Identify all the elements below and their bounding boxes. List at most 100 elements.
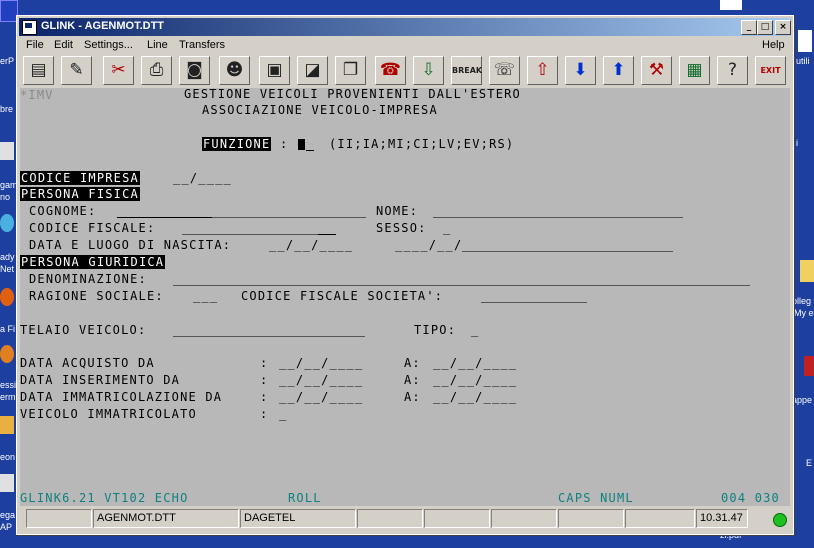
terminal-screen[interactable]: *IMV GESTIONE VEICOLI PROVENIENTI DALL'E… [20, 87, 790, 506]
immatricolazione-a-field[interactable]: __/__/____ [433, 390, 517, 404]
funzione-label: FUNZIONE [202, 137, 272, 151]
app-icon[interactable] [0, 345, 14, 363]
telaio-field[interactable] [173, 336, 365, 337]
desktop-label: i [796, 138, 798, 148]
acquisto-da-field[interactable]: __/__/____ [279, 356, 363, 370]
codice-fiscale-field-end[interactable] [318, 234, 336, 235]
cf-societa-field[interactable] [481, 302, 587, 303]
cognome-field-ext[interactable] [212, 217, 366, 218]
disconnect-button[interactable]: ⇧ [527, 56, 558, 85]
inserimento-da-field[interactable]: __/__/____ [279, 373, 363, 387]
menu-edit[interactable]: Edit [54, 39, 73, 51]
minimize-button[interactable]: _ [741, 20, 757, 35]
nascita-data-field[interactable]: __/__/____ [269, 238, 353, 252]
folder-icon[interactable] [800, 260, 814, 282]
title-bar[interactable]: GLINK - AGENMOT.DTT _ □ × [19, 18, 791, 36]
acquisto-label: DATA ACQUISTO DA [20, 356, 155, 370]
copy-icon: ❐ [342, 60, 359, 80]
maximize-button[interactable]: □ [757, 20, 773, 35]
break-button[interactable]: BREAK [451, 56, 482, 85]
telaio-label: TELAIO VEICOLO: [20, 323, 147, 337]
menu-file[interactable]: File [26, 39, 44, 51]
keyboard-button[interactable]: ▦ [679, 56, 710, 85]
acquisto-a-label: A: [404, 356, 421, 370]
codice-impresa-field[interactable]: __/____ [173, 171, 232, 185]
globe-icon[interactable] [0, 214, 14, 232]
funzione-field[interactable] [306, 150, 314, 151]
exit-icon: EXIT [760, 66, 781, 75]
scroll-up-button[interactable]: ⬆ [603, 56, 634, 85]
ragione-sociale-field[interactable]: ___ [193, 289, 218, 303]
close-button[interactable]: × [775, 20, 791, 35]
phone-book-button[interactable]: ☎ [375, 56, 406, 85]
menu-line[interactable]: Line [147, 39, 168, 51]
nascita-luogo-field[interactable]: ____/__/ [395, 238, 462, 252]
document-icon[interactable] [0, 142, 14, 160]
firefox-icon[interactable] [0, 288, 14, 306]
exit-button[interactable]: EXIT [755, 56, 786, 85]
caps-status: CAPS NUML [558, 491, 634, 505]
print-button[interactable]: ⎙ [141, 56, 172, 85]
spy-button[interactable]: ☻ [219, 56, 250, 85]
document-icon[interactable] [798, 30, 812, 52]
codice-fiscale-field[interactable] [182, 234, 318, 235]
inserimento-a-field[interactable]: __/__/____ [433, 373, 517, 387]
help-icon: ? [727, 60, 738, 80]
glink-window: GLINK - AGENMOT.DTT _ □ × File Edit Sett… [16, 15, 794, 535]
help-button[interactable]: ? [717, 56, 748, 85]
toolbar: ▤ ✎ ✂ ⎙ ◙ ☻ ▣ ◪ ❐ ☎ ⇩ BREAK ☏ ⇧ ⬇ ⬆ ⚒ ▦ … [19, 55, 791, 87]
desktop-label: ega [0, 510, 16, 520]
folder-icon[interactable] [0, 416, 14, 434]
phone-button[interactable]: ☏ [489, 56, 520, 85]
keyboard-icon: ▦ [686, 60, 703, 80]
document-icon[interactable] [0, 474, 14, 492]
screen-header: GESTIONE VEICOLI PROVENIENTI DALL'ESTERO [184, 87, 521, 101]
disconnect-icon: ⇧ [535, 60, 550, 80]
acquisto-a-field[interactable]: __/__/____ [433, 356, 517, 370]
window-button[interactable]: ◪ [297, 56, 328, 85]
monitor-button[interactable]: ▣ [259, 56, 290, 85]
nome-field[interactable] [433, 217, 683, 218]
scroll-down-button[interactable]: ⬇ [565, 56, 596, 85]
persona-fisica-label: PERSONA FISICA [20, 187, 140, 201]
connection-indicator-icon [773, 513, 787, 527]
camera-icon: ◙ [186, 60, 203, 80]
menu-help[interactable]: Help [762, 39, 785, 51]
inserimento-label: DATA INSERIMENTO DA [20, 373, 181, 387]
menu-settings[interactable]: Settings... [84, 39, 133, 51]
camera-button[interactable]: ◙ [179, 56, 210, 85]
desktop-label: erm [0, 392, 16, 402]
nascita-luogo-ext[interactable] [462, 251, 673, 252]
spy-icon: ☻ [225, 60, 244, 80]
denominazione-field[interactable] [173, 285, 750, 286]
tipo-field[interactable]: _ [471, 323, 479, 337]
tools-button[interactable]: ✂ [103, 56, 134, 85]
settings-button[interactable]: ⚒ [641, 56, 672, 85]
app-icon[interactable] [22, 20, 37, 35]
status-host: DAGETEL [240, 509, 356, 528]
desktop-label: utili [796, 56, 810, 66]
sesso-field[interactable]: _ [443, 221, 451, 235]
monitor-icon: ▣ [266, 60, 283, 80]
copy-button[interactable]: ❐ [335, 56, 366, 85]
pdf-icon[interactable] [804, 356, 814, 376]
immatricolato-colon: : [260, 407, 269, 421]
desktop-label: no [0, 192, 11, 202]
tools-icon: ✂ [111, 60, 126, 80]
desktop-label: olleg [792, 296, 812, 306]
edit-button[interactable]: ✎ [61, 56, 92, 85]
immatricolazione-da-field[interactable]: __/__/____ [279, 390, 363, 404]
persona-giuridica-label: PERSONA GIURIDICA [20, 255, 166, 269]
desktop-label: appe [792, 395, 813, 405]
desktop-label: E [806, 458, 813, 468]
nascita-label: DATA E LUOGO DI NASCITA: [29, 238, 232, 252]
ragione-sociale-label: RAGIONE SOCIALE: [29, 289, 164, 303]
status-file: AGENMOT.DTT [93, 509, 239, 528]
save-button[interactable]: ▤ [23, 56, 54, 85]
document-icon[interactable] [720, 0, 742, 10]
connect-button[interactable]: ⇩ [413, 56, 444, 85]
desktop-label: eon [0, 452, 16, 462]
cognome-field[interactable] [117, 217, 212, 218]
menu-transfers[interactable]: Transfers [179, 39, 225, 51]
immatricolato-field[interactable]: _ [279, 407, 287, 421]
